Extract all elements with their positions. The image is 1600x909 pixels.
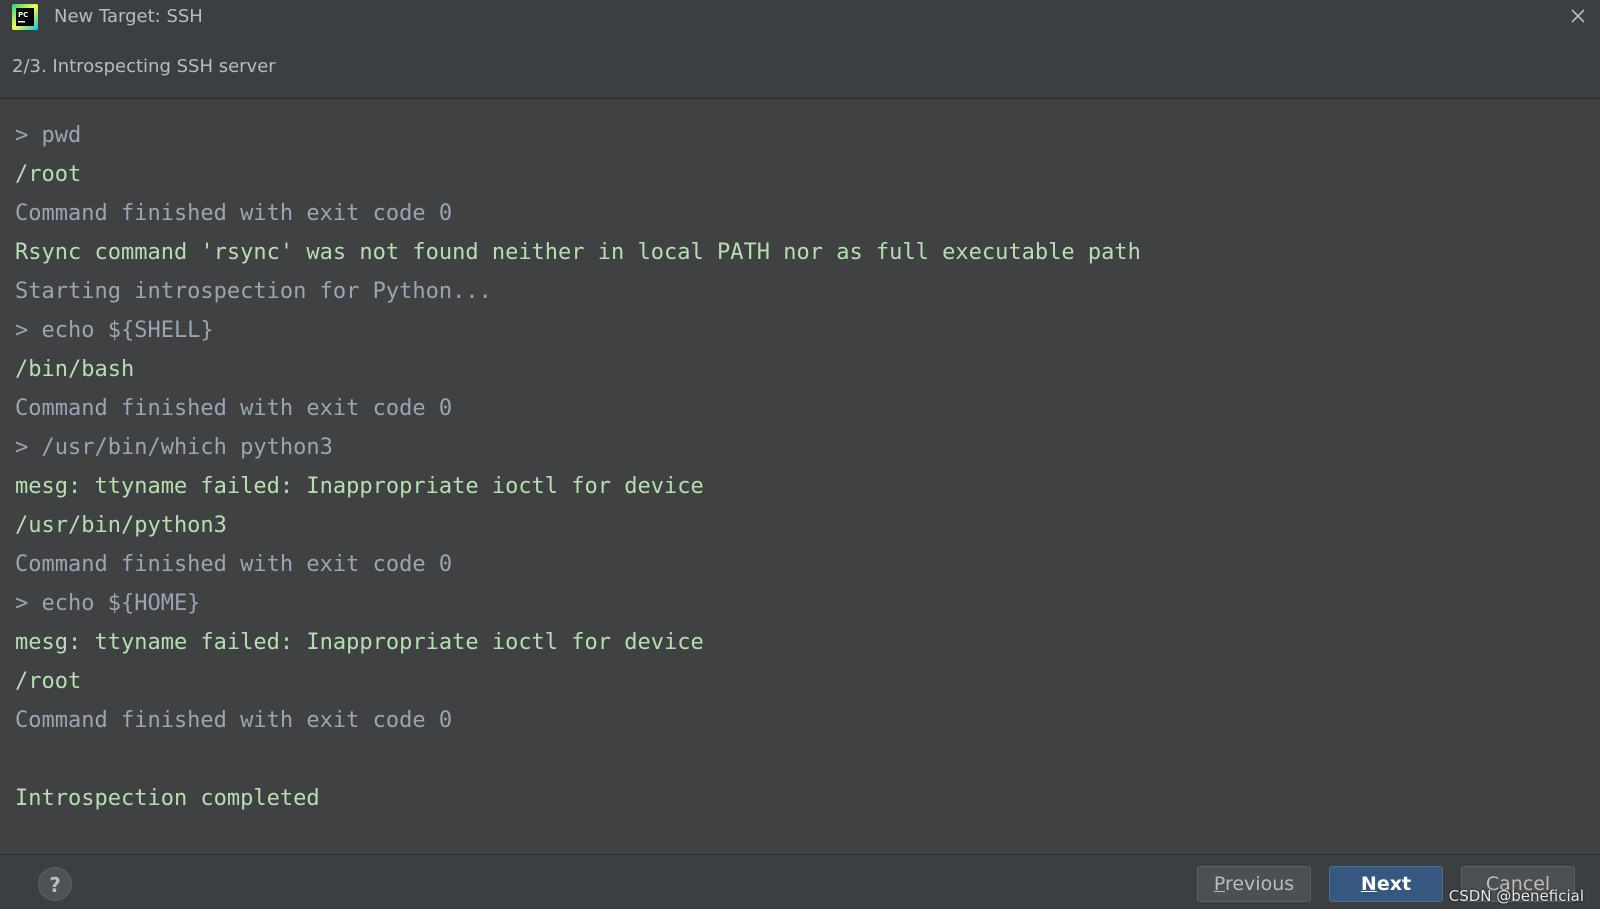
title-bar: PC New Target: SSH <box>0 0 1600 34</box>
console-line: > /usr/bin/which python3 <box>15 435 333 460</box>
close-icon[interactable] <box>1568 6 1588 26</box>
console-line: Starting introspection for Python... <box>15 279 492 304</box>
help-button[interactable]: ? <box>38 867 72 901</box>
console-line: /root <box>15 162 82 187</box>
console-line: Command finished with exit code 0 <box>15 201 453 226</box>
watermark: CSDN @beneficial <box>1448 887 1584 905</box>
window-title: New Target: SSH <box>54 6 203 27</box>
console-line: /bin/bash <box>15 357 135 382</box>
console-line: > echo ${SHELL} <box>15 318 214 343</box>
console-line: > pwd <box>15 123 82 148</box>
introspection-console[interactable]: > pwd/root Command finished with exit cod… <box>0 99 1600 854</box>
previous-mnemonic: P <box>1213 873 1225 895</box>
svg-text:PC: PC <box>18 11 28 19</box>
pycharm-logo-icon: PC <box>12 4 38 30</box>
console-line: mesg: ttyname failed: Inappropriate ioct… <box>15 630 704 655</box>
console-line: Rsync command 'rsync' was not found neit… <box>15 240 1141 265</box>
console-line: Command finished with exit code 0 <box>15 552 453 577</box>
console-line: mesg: ttyname failed: Inappropriate ioct… <box>15 474 704 499</box>
previous-label: revious <box>1224 873 1295 895</box>
console-output: > pwd/root Command finished with exit cod… <box>15 116 1141 818</box>
dialog-footer: ? Previous Next Cancel CSDN @beneficial <box>0 855 1600 909</box>
console-line: Introspection completed <box>15 786 320 811</box>
console-line: /root <box>15 669 82 694</box>
next-button[interactable]: Next <box>1329 866 1443 902</box>
next-label: ext <box>1376 873 1412 895</box>
console-line: /usr/bin/python3 <box>15 513 227 538</box>
console-line: > echo ${HOME} <box>15 591 201 616</box>
next-mnemonic: N <box>1360 873 1377 895</box>
console-line: Command finished with exit code 0 <box>15 708 453 733</box>
wizard-step-title: 2/3. Introspecting SSH server <box>12 56 276 77</box>
new-target-ssh-dialog: PC New Target: SSH 2/3. Introspecting SS… <box>0 0 1600 909</box>
console-line: Command finished with exit code 0 <box>15 396 453 421</box>
previous-button[interactable]: Previous <box>1197 866 1311 902</box>
